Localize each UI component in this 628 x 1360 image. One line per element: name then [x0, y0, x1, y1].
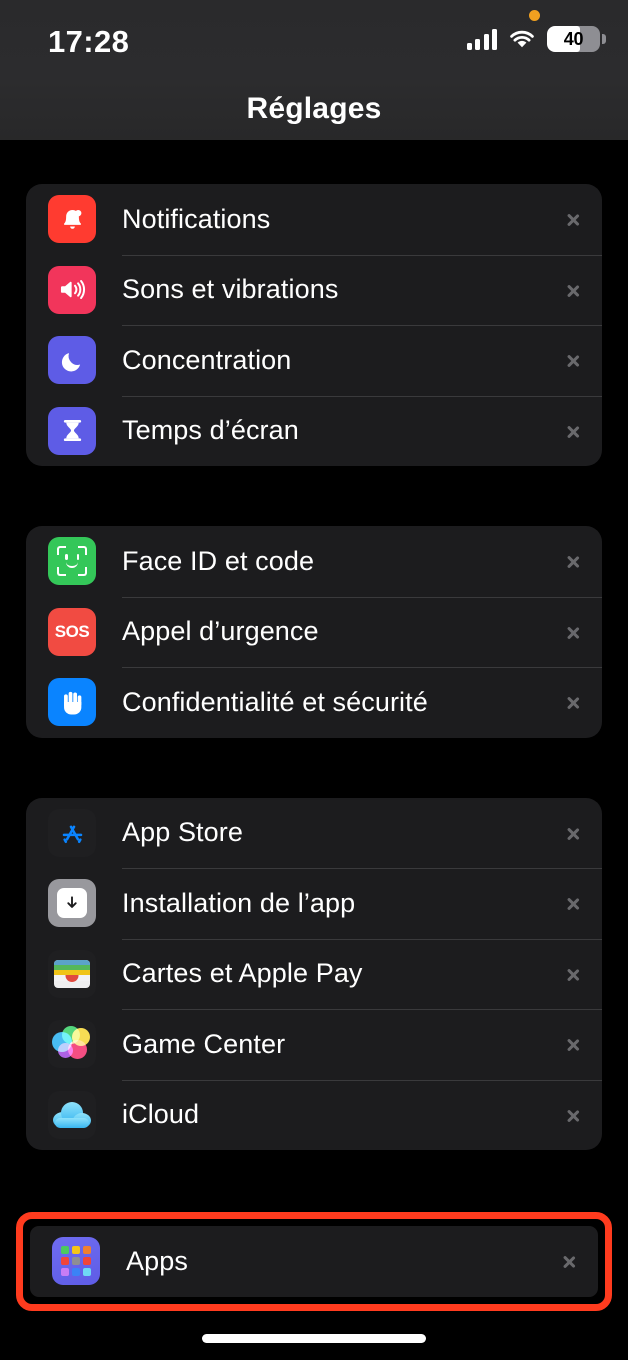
hourglass-icon [48, 406, 96, 455]
wallet-icon [48, 949, 96, 998]
speaker-icon [48, 265, 96, 314]
hand-icon [48, 678, 96, 727]
icloud-icon [48, 1090, 96, 1139]
row-label: Concentration [122, 344, 292, 375]
settings-group-2: Face ID et code SOS Appel d’urgence Conf… [26, 526, 602, 738]
page-title: Réglages [246, 92, 382, 125]
row-label: Temps d’écran [122, 415, 299, 446]
row-label: Appel d’urgence [122, 616, 319, 647]
row-label: App Store [122, 817, 243, 848]
chevron-right-icon [566, 960, 582, 988]
game-center-icon [48, 1020, 96, 1069]
battery-icon: 40 [547, 26, 600, 52]
chevron-right-icon [566, 417, 582, 445]
sidebar-item-game-center[interactable]: Game Center [26, 1009, 602, 1080]
sidebar-item-wallet-apple-pay[interactable]: Cartes et Apple Pay [26, 938, 602, 1010]
home-indicator[interactable] [202, 1334, 426, 1343]
chevron-right-icon [566, 889, 582, 917]
wifi-icon [508, 29, 536, 50]
chevron-right-icon [566, 688, 582, 716]
download-icon [48, 879, 96, 928]
chevron-right-icon [566, 819, 582, 847]
moon-icon [48, 336, 96, 385]
sidebar-item-app-installation[interactable]: Installation de l’app [26, 868, 602, 939]
row-label: iCloud [122, 1099, 200, 1130]
apps-grid-dots [61, 1246, 91, 1277]
privacy-dot-icon [529, 10, 540, 21]
row-label: Cartes et Apple Pay [122, 958, 363, 989]
sidebar-item-focus[interactable]: Concentration [26, 325, 602, 396]
cellular-signal-icon [466, 28, 497, 50]
status-bar-time: 17:28 [48, 24, 130, 59]
sidebar-item-icloud[interactable]: iCloud [26, 1079, 602, 1151]
sidebar-item-app-store[interactable]: App Store [26, 798, 602, 869]
sidebar-item-sounds[interactable]: Sons et vibrations [26, 254, 602, 326]
row-label: Sons et vibrations [122, 274, 339, 305]
row-label: Confidentialité et sécurité [122, 686, 428, 717]
chevron-right-icon [566, 205, 582, 233]
sidebar-item-face-id[interactable]: Face ID et code [26, 526, 602, 597]
settings-group-3: App Store Installation de l’app Cartes e… [26, 797, 602, 1151]
row-label: Notifications [122, 203, 271, 234]
sidebar-item-apps[interactable]: Apps [30, 1226, 598, 1297]
bell-icon [48, 195, 96, 244]
face-id-icon [48, 537, 96, 586]
settings-screen: 17:28 40 Réglages Notifications Sons et … [0, 0, 628, 1360]
settings-list: Notifications Sons et vibrations Concent… [0, 140, 628, 1311]
apps-grid-icon [52, 1237, 100, 1286]
chevron-right-icon [566, 618, 582, 646]
row-label: Face ID et code [122, 545, 315, 576]
row-label: Apps [126, 1245, 188, 1276]
app-store-icon [48, 808, 96, 857]
sidebar-item-privacy[interactable]: Confidentialité et sécurité [26, 667, 602, 738]
row-label: Installation de l’app [122, 887, 356, 918]
chevron-right-icon [566, 276, 582, 304]
settings-group-apps: Apps [30, 1226, 598, 1297]
sos-icon: SOS [48, 607, 96, 656]
battery-level: 40 [563, 28, 584, 49]
chevron-right-icon [566, 1101, 582, 1129]
row-label: Game Center [122, 1028, 286, 1059]
chevron-right-icon [566, 1030, 582, 1058]
sidebar-item-notifications[interactable]: Notifications [26, 184, 602, 255]
battery-cap-icon [602, 34, 606, 44]
chevron-right-icon [562, 1247, 578, 1275]
highlight-box: Apps [16, 1212, 612, 1311]
sidebar-item-emergency-sos[interactable]: SOS Appel d’urgence [26, 596, 602, 668]
sidebar-item-screen-time[interactable]: Temps d’écran [26, 395, 602, 467]
chevron-right-icon [566, 346, 582, 374]
chevron-right-icon [566, 547, 582, 575]
settings-group-1: Notifications Sons et vibrations Concent… [26, 184, 602, 466]
